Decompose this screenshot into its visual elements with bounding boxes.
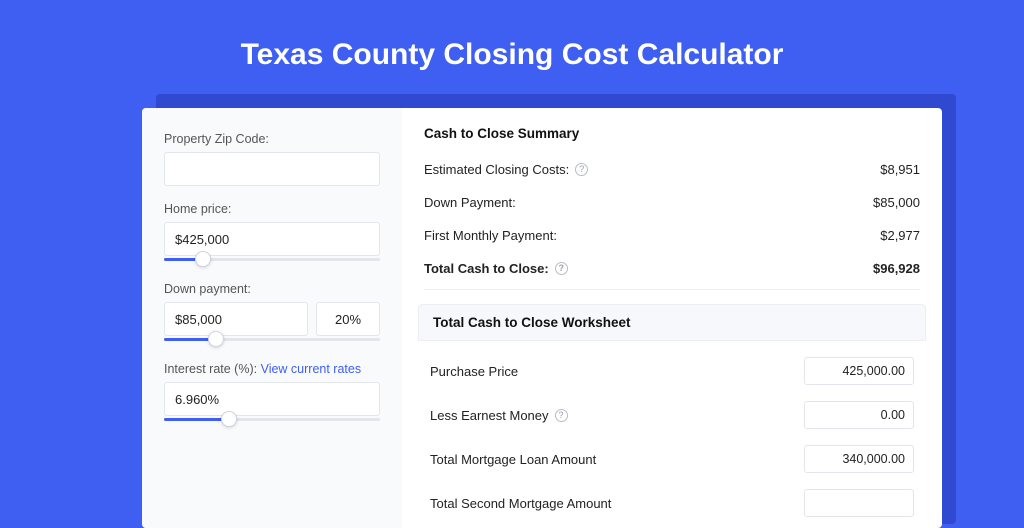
summary-label: Estimated Closing Costs: bbox=[424, 162, 569, 177]
zip-input[interactable] bbox=[164, 152, 380, 186]
summary-value: $85,000 bbox=[873, 195, 920, 210]
slider-thumb[interactable] bbox=[208, 331, 224, 347]
help-icon[interactable]: ? bbox=[555, 409, 568, 422]
worksheet-input[interactable] bbox=[804, 489, 914, 517]
summary-row-down-payment: Down Payment: $85,000 bbox=[424, 186, 920, 219]
down-payment-field-group: Down payment: bbox=[164, 282, 380, 346]
summary-row-closing-costs: Estimated Closing Costs: ? $8,951 bbox=[424, 153, 920, 186]
worksheet-row-second-mortgage: Total Second Mortgage Amount bbox=[424, 481, 920, 525]
worksheet-row-mortgage-loan: Total Mortgage Loan Amount bbox=[424, 437, 920, 481]
summary-total-label: Total Cash to Close: bbox=[424, 261, 549, 276]
down-payment-label: Down payment: bbox=[164, 282, 380, 296]
interest-rate-label: Interest rate (%): View current rates bbox=[164, 362, 380, 376]
interest-rate-field-group: Interest rate (%): View current rates bbox=[164, 362, 380, 426]
interest-rate-input[interactable] bbox=[164, 382, 380, 416]
worksheet-label: Purchase Price bbox=[430, 364, 518, 379]
zip-field-group: Property Zip Code: bbox=[164, 132, 380, 186]
worksheet-row-earnest-money: Less Earnest Money ? bbox=[424, 393, 920, 437]
zip-label: Property Zip Code: bbox=[164, 132, 380, 146]
summary-row-total: Total Cash to Close: ? $96,928 bbox=[424, 252, 920, 285]
view-rates-link[interactable]: View current rates bbox=[261, 362, 362, 376]
slider-thumb[interactable] bbox=[221, 411, 237, 427]
summary-title: Cash to Close Summary bbox=[424, 126, 920, 141]
summary-section: Cash to Close Summary Estimated Closing … bbox=[424, 126, 920, 290]
results-pane: Cash to Close Summary Estimated Closing … bbox=[402, 108, 942, 528]
worksheet-row-purchase-price: Purchase Price bbox=[424, 349, 920, 393]
help-icon[interactable]: ? bbox=[555, 262, 568, 275]
interest-rate-label-text: Interest rate (%): bbox=[164, 362, 257, 376]
interest-rate-slider[interactable] bbox=[164, 414, 380, 426]
slider-fill bbox=[164, 418, 229, 421]
down-payment-pct-input[interactable] bbox=[316, 302, 380, 336]
worksheet-section: Total Cash to Close Worksheet Purchase P… bbox=[424, 304, 920, 525]
page-title: Texas County Closing Cost Calculator bbox=[0, 38, 1024, 72]
summary-label: Down Payment: bbox=[424, 195, 516, 210]
home-price-field-group: Home price: bbox=[164, 202, 380, 266]
summary-value: $2,977 bbox=[880, 228, 920, 243]
worksheet-label: Total Mortgage Loan Amount bbox=[430, 452, 596, 467]
worksheet-label: Total Second Mortgage Amount bbox=[430, 496, 611, 511]
down-payment-input[interactable] bbox=[164, 302, 308, 336]
home-price-input[interactable] bbox=[164, 222, 380, 256]
summary-value: $8,951 bbox=[880, 162, 920, 177]
worksheet-title: Total Cash to Close Worksheet bbox=[418, 304, 926, 341]
worksheet-input[interactable] bbox=[804, 401, 914, 429]
worksheet-input[interactable] bbox=[804, 445, 914, 473]
inputs-pane: Property Zip Code: Home price: Down paym… bbox=[142, 108, 402, 528]
worksheet-input[interactable] bbox=[804, 357, 914, 385]
help-icon[interactable]: ? bbox=[575, 163, 588, 176]
home-price-slider[interactable] bbox=[164, 254, 380, 266]
summary-label: First Monthly Payment: bbox=[424, 228, 557, 243]
down-payment-slider[interactable] bbox=[164, 334, 380, 346]
worksheet-label: Less Earnest Money bbox=[430, 408, 549, 423]
home-price-label: Home price: bbox=[164, 202, 380, 216]
summary-total-value: $96,928 bbox=[873, 261, 920, 276]
calculator-card: Property Zip Code: Home price: Down paym… bbox=[142, 108, 942, 528]
summary-row-first-monthly: First Monthly Payment: $2,977 bbox=[424, 219, 920, 252]
slider-thumb[interactable] bbox=[195, 251, 211, 267]
